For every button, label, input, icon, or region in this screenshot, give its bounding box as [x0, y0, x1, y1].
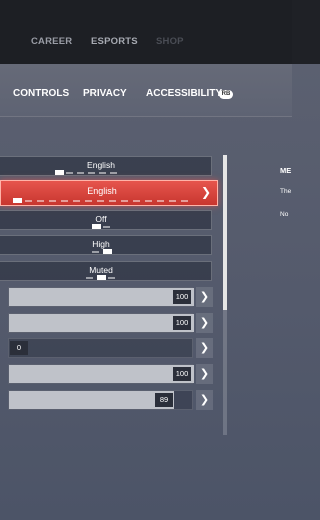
nav-shop[interactable]: SHOP — [156, 36, 184, 47]
slider-value: 100 — [173, 290, 191, 304]
chevron-right-icon[interactable]: ❯ — [196, 313, 213, 333]
top-bar: CAREER ESPORTS SHOP — [0, 0, 292, 64]
slider-fill — [9, 314, 194, 332]
description-note: No — [280, 211, 289, 218]
description-text: The — [280, 188, 292, 195]
slider-fill — [9, 391, 174, 409]
tab-privacy[interactable]: PRIVACY — [83, 88, 127, 99]
top-nav: CAREER ESPORTS SHOP — [0, 36, 292, 50]
tab-controls[interactable]: CONTROLS — [13, 88, 69, 99]
option-indicator — [92, 249, 202, 255]
volume-slider[interactable]: 100 ❯ — [8, 287, 213, 307]
rb-button-icon: RB — [219, 90, 233, 99]
volume-slider[interactable]: 100 ❯ — [8, 364, 213, 384]
nav-esports[interactable]: ESPORTS — [91, 36, 138, 47]
slider-track[interactable] — [8, 338, 193, 358]
option-row-muted[interactable]: Muted — [0, 261, 212, 281]
slider-value: 0 — [10, 341, 28, 355]
option-value: English — [87, 186, 117, 196]
option-value: Muted — [89, 265, 113, 275]
description-title: ME — [280, 166, 292, 175]
scrollbar[interactable] — [223, 155, 227, 435]
option-row-subtitle-language[interactable]: English — [0, 156, 212, 176]
option-value: Off — [95, 214, 107, 224]
scrollbar-thumb[interactable] — [223, 155, 227, 310]
volume-slider[interactable]: 0 ❯ — [8, 338, 213, 358]
slider-track[interactable] — [8, 364, 194, 384]
slider-value: 89 — [155, 393, 173, 407]
option-row-audio-language[interactable]: English ❯ — [0, 180, 218, 206]
chevron-right-icon[interactable]: ❯ — [196, 338, 213, 358]
option-row-high[interactable]: High — [0, 235, 212, 255]
option-indicator — [13, 198, 193, 204]
volume-slider[interactable]: 89 ❯ — [8, 390, 213, 410]
slider-track[interactable] — [8, 313, 194, 333]
tab-accessibility[interactable]: ACCESSIBILITY — [146, 88, 222, 99]
option-indicator — [86, 275, 196, 281]
slider-fill — [9, 365, 194, 383]
slider-value: 100 — [173, 316, 191, 330]
option-value: High — [92, 239, 110, 249]
option-indicator — [92, 224, 202, 230]
slider-value: 100 — [173, 367, 191, 381]
chevron-right-icon[interactable]: ❯ — [196, 364, 213, 384]
slider-fill — [9, 288, 194, 306]
nav-career[interactable]: CAREER — [31, 36, 72, 47]
chevron-right-icon[interactable]: ❯ — [196, 287, 213, 307]
volume-slider[interactable]: 100 ❯ — [8, 313, 213, 333]
chevron-right-icon[interactable]: ❯ — [201, 185, 211, 199]
chevron-right-icon[interactable]: ❯ — [196, 390, 213, 410]
option-row-off[interactable]: Off — [0, 210, 212, 230]
option-indicator — [55, 170, 165, 176]
option-value: English — [87, 160, 115, 170]
slider-track[interactable] — [8, 287, 194, 307]
